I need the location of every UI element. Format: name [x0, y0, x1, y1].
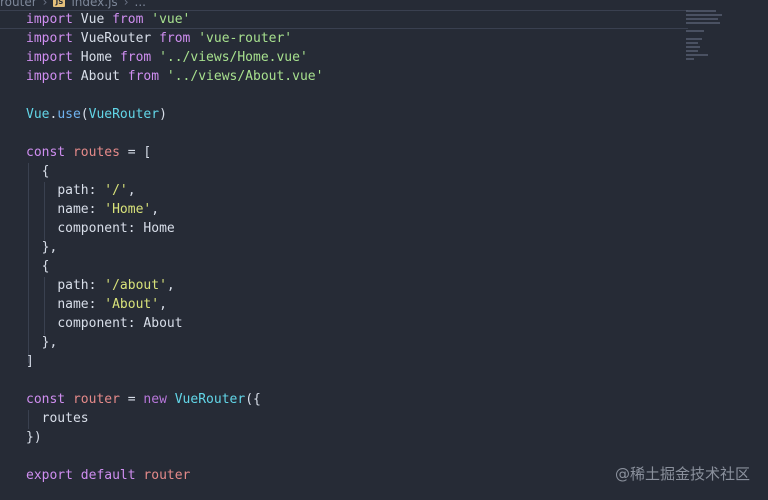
code-line-14: {: [26, 259, 50, 274]
breadcrumb-file[interactable]: index.js: [71, 0, 117, 9]
code-line-23: }): [26, 430, 42, 445]
code-line-8: const routes = [: [26, 145, 152, 160]
breadcrumb-folder[interactable]: router: [0, 0, 37, 9]
code-editor[interactable]: import Vue from 'vue' import VueRouter f…: [0, 10, 688, 500]
code-line-3: import Home from '../views/Home.vue': [26, 50, 308, 65]
code-line-21: const router = new VueRouter({: [26, 392, 261, 407]
code-line-17: component: About: [57, 316, 183, 331]
breadcrumb-more[interactable]: ...: [135, 0, 146, 9]
watermark: @稀土掘金技术社区: [614, 465, 750, 483]
code-line-22: routes: [26, 411, 89, 426]
code-line-19: ]: [26, 354, 34, 369]
code-line-12: component: Home: [57, 221, 175, 236]
code-line-4: import About from '../views/About.vue': [26, 69, 324, 84]
code-line-6: Vue.use(VueRouter): [26, 107, 167, 122]
chevron-right-icon: ›: [123, 0, 129, 9]
code-line-1: import Vue from 'vue': [26, 12, 191, 27]
code-line-13: },: [26, 240, 58, 255]
code-line-15: path: '/about',: [57, 278, 175, 293]
code-line-18: },: [26, 335, 58, 350]
js-file-icon: JS: [53, 0, 66, 7]
code-line-10: path: '/',: [57, 183, 136, 198]
chevron-right-icon: ›: [42, 0, 48, 9]
breadcrumb: router › JS index.js › ...: [0, 0, 146, 9]
code-line-25: export default router: [26, 468, 191, 483]
code-line-16: name: 'About',: [57, 297, 167, 312]
minimap[interactable]: [686, 10, 724, 70]
code-line-2: import VueRouter from 'vue-router': [26, 31, 293, 46]
code-line-9: {: [26, 164, 50, 179]
code-line-11: name: 'Home',: [57, 202, 160, 217]
